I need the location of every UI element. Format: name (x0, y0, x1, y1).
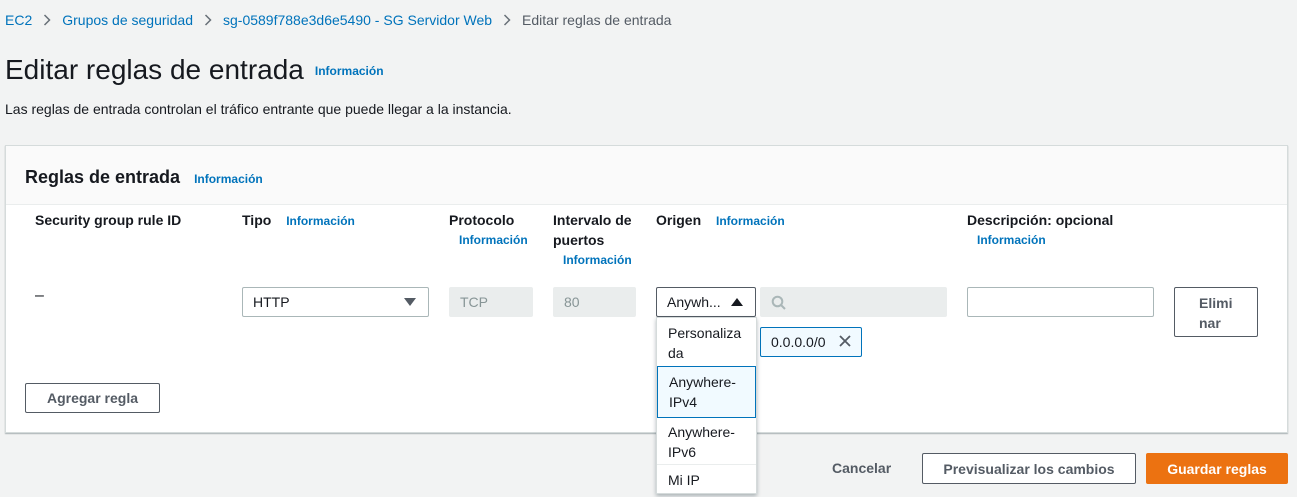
panel-title-text: Reglas de entrada (25, 167, 181, 187)
panel-info-link[interactable]: Información (194, 172, 263, 186)
delete-rule-label-line2: nar (1199, 315, 1221, 331)
caret-down-icon (404, 298, 416, 306)
cidr-token: 0.0.0.0/0 (760, 327, 862, 357)
protocol-info-link[interactable]: Información (459, 230, 539, 250)
column-header-protocol: Protocolo Información (449, 210, 539, 250)
breadcrumb-security-groups[interactable]: Grupos de seguridad (62, 12, 193, 28)
rule-id-value: – (35, 287, 44, 304)
cancel-button[interactable]: Cancelar (832, 460, 891, 476)
origin-option-anywhere-ipv6[interactable]: Anywhere- IPv6 (657, 417, 756, 467)
delete-rule-label-line1: Elimi (1199, 295, 1233, 311)
save-rules-button[interactable]: Guardar reglas (1146, 453, 1288, 484)
description-info-link[interactable]: Información (977, 230, 1113, 250)
page-description: Las reglas de entrada controlan el tráfi… (5, 101, 512, 117)
column-header-description: Descripción: opcional Información (967, 210, 1113, 250)
breadcrumb: EC2 Grupos de seguridad sg-0589f788e3d6e… (5, 10, 671, 30)
cidr-token-value: 0.0.0.0/0 (771, 334, 826, 350)
port-range-field: 80 (553, 287, 636, 317)
breadcrumb-security-group[interactable]: sg-0589f788e3d6e5490 - SG Servidor Web (223, 12, 492, 28)
origin-option-anywhere-ipv4[interactable]: Anywhere- IPv4 (657, 366, 756, 418)
breadcrumb-current: Editar reglas de entrada (522, 12, 672, 28)
origin-option-label: da (668, 345, 684, 361)
page-title: Editar reglas de entrada Información (5, 54, 384, 86)
page-info-link[interactable]: Información (315, 64, 384, 78)
page-title-text: Editar reglas de entrada (5, 54, 304, 85)
protocol-field: TCP (449, 287, 533, 317)
column-header-type-label: Tipo (242, 212, 272, 228)
origin-option-label: Anywhere- (668, 424, 735, 440)
description-input[interactable] (967, 287, 1154, 317)
column-header-origin-label: Origen (656, 212, 702, 228)
type-info-link[interactable]: Información (286, 214, 355, 228)
origin-option-my-ip[interactable]: Mi IP (657, 464, 756, 495)
origin-option-label: IPv4 (669, 394, 698, 410)
caret-up-icon (731, 298, 743, 306)
origin-option-custom[interactable]: Personaliza da (657, 318, 756, 368)
chevron-right-icon (193, 14, 223, 26)
type-select-value: HTTP (253, 294, 290, 310)
chevron-right-icon (492, 14, 522, 26)
close-icon[interactable] (839, 334, 851, 350)
delete-rule-button[interactable]: Elimi nar (1174, 287, 1258, 337)
column-header-port-range: Intervalo de puertos Información (553, 210, 643, 270)
type-select[interactable]: HTTP (242, 287, 429, 317)
column-header-port-range-line2: puertos (553, 232, 605, 248)
chevron-right-icon (32, 14, 62, 26)
origin-select[interactable]: Anywh... (656, 287, 756, 317)
panel-title: Reglas de entrada Información (25, 167, 263, 188)
column-header-origin: Origen Información (656, 210, 785, 231)
preview-changes-button[interactable]: Previsualizar los cambios (922, 453, 1136, 484)
column-header-protocol-label: Protocolo (449, 212, 515, 228)
origin-option-label: Mi IP (668, 472, 700, 488)
port-range-info-link[interactable]: Información (563, 250, 643, 270)
breadcrumb-ec2[interactable]: EC2 (5, 12, 32, 28)
column-header-port-range-line1: Intervalo de (553, 212, 632, 228)
origin-dropdown: Personaliza da Anywhere- IPv4 Anywhere- … (656, 317, 757, 494)
origin-info-link[interactable]: Información (716, 214, 785, 228)
column-header-rule-id: Security group rule ID (35, 212, 182, 228)
cidr-search-input[interactable] (760, 287, 947, 317)
column-header-description-label: Descripción: opcional (967, 212, 1114, 228)
origin-option-label: IPv6 (668, 444, 697, 460)
origin-select-value: Anywh... (667, 294, 721, 310)
origin-option-label: Anywhere- (669, 374, 736, 390)
add-rule-button[interactable]: Agregar regla (25, 383, 160, 413)
column-header-type: Tipo Información (242, 210, 355, 231)
origin-option-label: Personaliza (668, 325, 742, 341)
